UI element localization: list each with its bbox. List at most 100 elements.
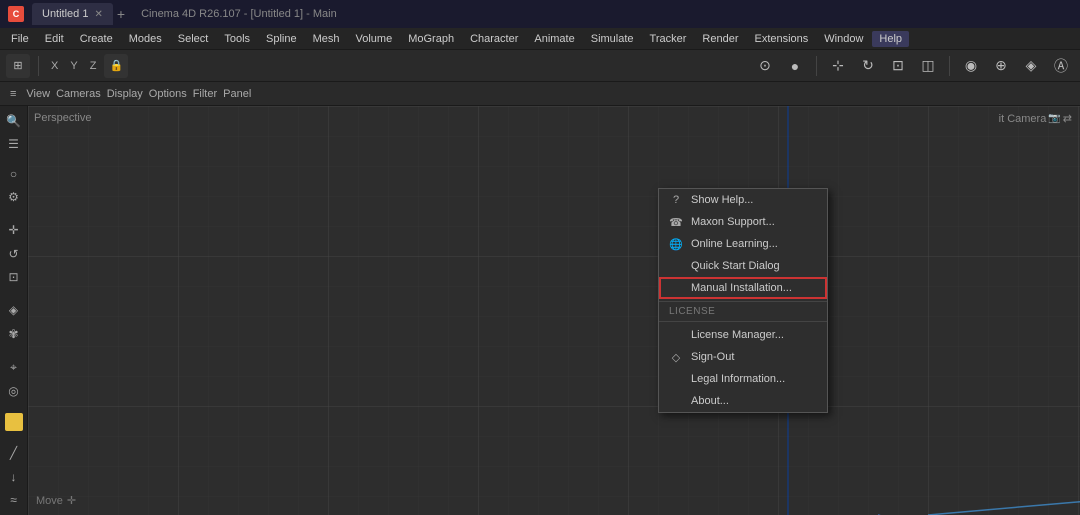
lt-search-icon[interactable]: 🔍 [3, 110, 25, 131]
menu-create[interactable]: Create [73, 31, 120, 47]
lt-move-icon[interactable]: ✛ [3, 220, 25, 241]
menu-file[interactable]: File [4, 31, 36, 47]
menu-mograph[interactable]: MoGraph [401, 31, 461, 47]
help-show-help[interactable]: ? Show Help... [659, 189, 827, 211]
help-separator-2 [659, 321, 827, 322]
menu-tracker[interactable]: Tracker [643, 31, 694, 47]
toolbar2-display[interactable]: Display [107, 88, 143, 100]
toolbar-record-icon[interactable]: ● [782, 53, 808, 79]
lt-arrow-icon[interactable]: ↓ [3, 466, 25, 487]
lt-scale-icon[interactable]: ⊡ [3, 267, 25, 288]
untitled-tab[interactable]: Untitled 1 ✕ [32, 3, 113, 25]
tab-add-icon[interactable]: + [117, 6, 125, 22]
lt-paint-icon[interactable]: ◎ [3, 380, 25, 401]
menu-character[interactable]: Character [463, 31, 525, 47]
toolbar-z-label: Z [86, 60, 101, 72]
camera-arrows: ⇄ [1063, 112, 1072, 125]
full-title: Cinema 4D R26.107 - [Untitled 1] - Main [141, 8, 337, 20]
toolbar-obj-icon[interactable]: Ⓐ [1048, 53, 1074, 79]
menu-animate[interactable]: Animate [527, 31, 581, 47]
help-license-manager[interactable]: License Manager... [659, 324, 827, 346]
app-icon: C [8, 6, 24, 22]
viewport-grid [28, 106, 1080, 515]
menu-spline[interactable]: Spline [259, 31, 304, 47]
viewport[interactable]: Perspective it Camera 📷 ⇄ Move ✛ ? Show … [28, 106, 1080, 515]
help-quick-start[interactable]: Quick Start Dialog [659, 255, 827, 277]
help-license-section: License [659, 304, 827, 319]
lt-spline-icon[interactable]: ✾ [3, 323, 25, 344]
lt-gear-icon[interactable]: ⚙ [3, 186, 25, 207]
lt-line-icon[interactable]: ╱ [3, 443, 25, 464]
toolbar2-view[interactable]: View [26, 88, 50, 100]
help-signout-icon: ◇ [669, 351, 683, 364]
help-phone-icon: ☎ [669, 216, 683, 229]
toolbar-rotate-icon[interactable]: ↻ [855, 53, 881, 79]
move-cross-icon: ✛ [67, 494, 76, 507]
toolbar2-filter[interactable]: Filter [193, 88, 217, 100]
toolbar-render-icon[interactable]: ◉ [958, 53, 984, 79]
viewport-perspective-label: Perspective [34, 112, 91, 124]
menu-tools[interactable]: Tools [217, 31, 257, 47]
help-maxon-support[interactable]: ☎ Maxon Support... [659, 211, 827, 233]
help-online-learning-label: Online Learning... [691, 238, 778, 250]
menu-edit[interactable]: Edit [38, 31, 71, 47]
help-question-icon: ? [669, 194, 683, 206]
help-about-label: About... [691, 395, 729, 407]
menu-simulate[interactable]: Simulate [584, 31, 641, 47]
menu-volume[interactable]: Volume [349, 31, 400, 47]
menu-extensions[interactable]: Extensions [747, 31, 815, 47]
toolbar-render2-icon[interactable]: ⊕ [988, 53, 1014, 79]
toolbar2: ≡ View Cameras Display Options Filter Pa… [0, 82, 1080, 106]
help-show-help-label: Show Help... [691, 194, 753, 206]
toolbar-scene-icon[interactable]: ◈ [1018, 53, 1044, 79]
main-area: 🔍 ☰ ○ ⚙ ✛ ↺ ⊡ ◈ ✾ ⌖ ◎ ╱ ↓ ≈ [0, 106, 1080, 515]
left-toolbar: 🔍 ☰ ○ ⚙ ✛ ↺ ⊡ ◈ ✾ ⌖ ◎ ╱ ↓ ≈ [0, 106, 28, 515]
help-globe-icon: 🌐 [669, 238, 683, 251]
lt-cursor-icon[interactable]: ☰ [3, 133, 25, 154]
help-legal-info[interactable]: Legal Information... [659, 368, 827, 390]
lt-brush-icon[interactable]: ⌖ [3, 356, 25, 377]
toolbar2-hamburger-icon[interactable]: ≡ [6, 86, 20, 102]
viewport-camera-label: it Camera 📷 ⇄ [999, 112, 1072, 125]
right-toolbar: ⊙ ● ⊹ ↻ ⊡ ◫ ◉ ⊕ ◈ Ⓐ [752, 53, 1074, 79]
toolbar: ⊞ X Y Z 🔒 ⊙ ● ⊹ ↻ ⊡ ◫ ◉ ⊕ ◈ Ⓐ [0, 50, 1080, 82]
toolbar-sep-1 [38, 56, 39, 76]
toolbar-y-label: Y [66, 60, 81, 72]
tab-bar: Untitled 1 ✕ + [32, 0, 125, 28]
toolbar-x-label: X [47, 60, 62, 72]
lt-color-icon[interactable] [5, 413, 23, 431]
menu-help[interactable]: Help [872, 31, 909, 47]
viewport-move-label: Move ✛ [36, 494, 76, 507]
toolbar2-cameras[interactable]: Cameras [56, 88, 101, 100]
toolbar2-panel[interactable]: Panel [223, 88, 251, 100]
lt-wave-icon[interactable]: ≈ [3, 489, 25, 510]
help-about[interactable]: About... [659, 390, 827, 412]
toolbar-coord-icon[interactable]: ◫ [915, 53, 941, 79]
menu-modes[interactable]: Modes [122, 31, 169, 47]
toolbar-lock-icon[interactable]: 🔒 [104, 54, 128, 78]
title-bar: C Untitled 1 ✕ + Cinema 4D R26.107 - [Un… [0, 0, 1080, 28]
help-legal-info-label: Legal Information... [691, 373, 785, 385]
menu-select[interactable]: Select [171, 31, 216, 47]
toolbar-circle-icon[interactable]: ⊙ [752, 53, 778, 79]
help-sign-out-label: Sign-Out [691, 351, 734, 363]
lt-circle-icon[interactable]: ○ [3, 163, 25, 184]
help-sign-out[interactable]: ◇ Sign-Out [659, 346, 827, 368]
help-manual-installation[interactable]: Manual Installation... [659, 277, 827, 299]
menu-render[interactable]: Render [695, 31, 745, 47]
help-dropdown: ? Show Help... ☎ Maxon Support... 🌐 Onli… [658, 188, 828, 413]
help-manual-installation-label: Manual Installation... [691, 282, 792, 294]
help-maxon-support-label: Maxon Support... [691, 216, 775, 228]
menu-window[interactable]: Window [817, 31, 870, 47]
lt-poly-icon[interactable]: ◈ [3, 300, 25, 321]
menu-bar: File Edit Create Modes Select Tools Spli… [0, 28, 1080, 50]
lt-rotate-icon[interactable]: ↺ [3, 243, 25, 264]
tab-close-icon[interactable]: ✕ [94, 9, 102, 20]
toolbar-scale-icon[interactable]: ⊡ [885, 53, 911, 79]
toolbar-sep-2 [816, 56, 817, 76]
menu-mesh[interactable]: Mesh [306, 31, 347, 47]
help-online-learning[interactable]: 🌐 Online Learning... [659, 233, 827, 255]
toolbar2-options[interactable]: Options [149, 88, 187, 100]
toolbar-move-icon[interactable]: ⊹ [825, 53, 851, 79]
toolbar-grid-icon[interactable]: ⊞ [6, 54, 30, 78]
